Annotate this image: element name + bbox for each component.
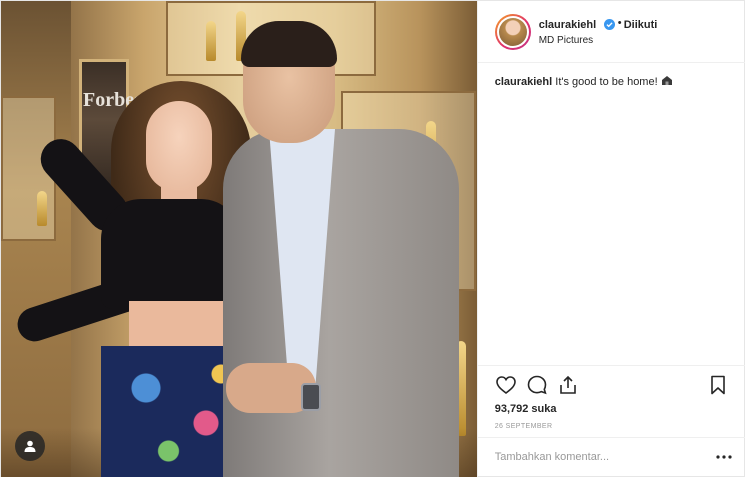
post-caption: claurakiehl It's good to be home! (495, 75, 735, 90)
photo-trophy (37, 191, 47, 226)
dot-separator: • (617, 17, 622, 29)
following-button[interactable]: Diikuti (624, 19, 658, 31)
post-photo[interactable]: Forbes (1, 1, 477, 477)
photo-person-man-watch (301, 383, 321, 411)
house-emoji-icon (661, 76, 672, 85)
avatar-border (496, 16, 529, 48)
user-tag-icon[interactable] (15, 431, 45, 461)
post-date[interactable]: 26 SEPTEMBER (495, 423, 553, 430)
likes-count[interactable]: 93,792 suka (495, 403, 557, 415)
verified-badge-icon (603, 19, 615, 30)
photo-person-man-jacket (223, 129, 459, 477)
photo-person-woman-face (146, 101, 212, 191)
caption-username[interactable]: claurakiehl (495, 76, 552, 88)
share-icon[interactable] (557, 374, 579, 396)
caption-text: It's good to be home! (552, 76, 661, 88)
instagram-post: Forbes claurakiehl • Diikuti MD Pictures… (0, 0, 745, 477)
likes-suffix: suka (528, 403, 557, 415)
post-side-panel: claurakiehl • Diikuti MD Pictures claura… (476, 1, 745, 477)
username-link[interactable]: claurakiehl (539, 19, 596, 31)
avatar-image (498, 18, 527, 46)
avatar[interactable] (494, 14, 531, 50)
comment-input[interactable] (494, 448, 685, 466)
comment-bar (477, 437, 745, 475)
more-options-icon[interactable] (714, 450, 734, 462)
post-actions: 93,792 suka 26 SEPTEMBER (477, 365, 745, 475)
likes-number: 93,792 (494, 403, 529, 415)
heart-icon[interactable] (495, 374, 517, 396)
location-link[interactable]: MD Pictures (539, 35, 593, 46)
photo-trophy (206, 21, 216, 61)
post-header: claurakiehl • Diikuti MD Pictures (477, 1, 745, 63)
bookmark-icon[interactable] (707, 374, 729, 396)
comment-icon[interactable] (526, 374, 548, 396)
photo-person-woman-waist (129, 301, 224, 351)
photo-person-woman-top (101, 199, 241, 309)
